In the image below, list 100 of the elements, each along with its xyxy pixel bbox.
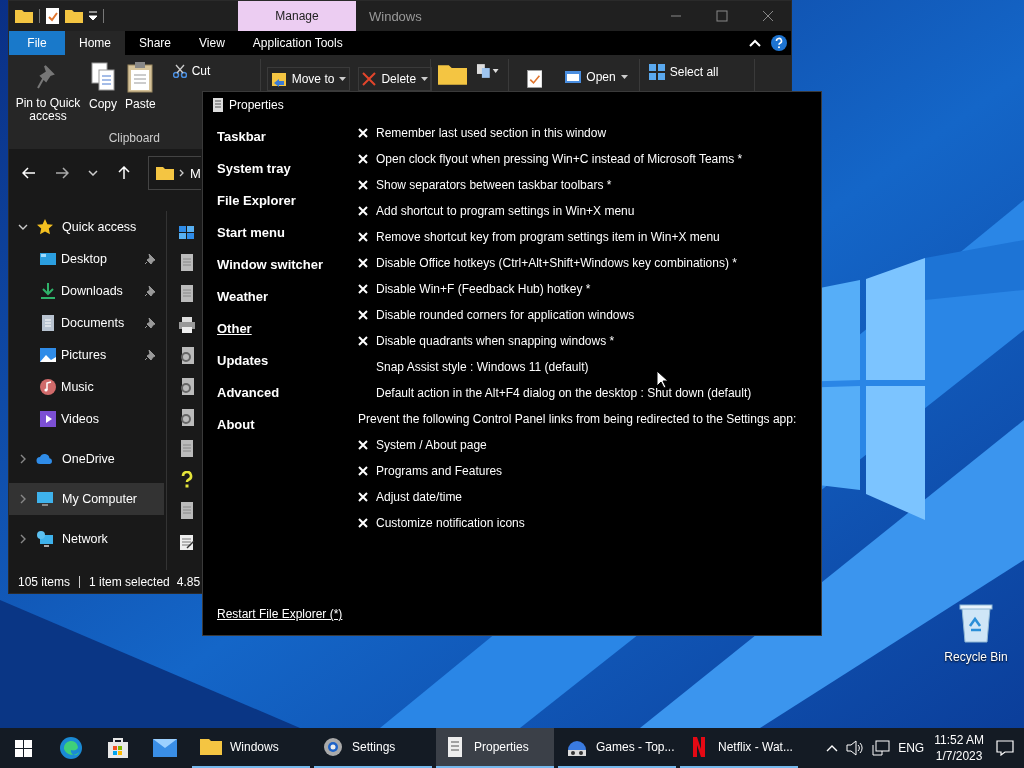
- chevron-right-icon[interactable]: [18, 454, 28, 464]
- pin-icon[interactable]: [144, 285, 156, 297]
- option-label[interactable]: Adjust date/time: [376, 490, 463, 504]
- option-label[interactable]: Disable Office hotkeys (Ctrl+Alt+Shift+Windows key combinations) *: [376, 256, 737, 270]
- new-item-icon[interactable]: [476, 63, 500, 79]
- section-link[interactable]: Advanced: [217, 376, 358, 408]
- section-link[interactable]: Updates: [217, 344, 358, 376]
- nav-item[interactable]: Quick access: [9, 211, 164, 243]
- music-icon: [39, 378, 57, 396]
- ribbon-tab[interactable]: Application Tools: [238, 31, 357, 55]
- folder-icon[interactable]: [65, 9, 83, 23]
- pin-icon[interactable]: [144, 349, 156, 361]
- option-label[interactable]: Customize notification icons: [376, 516, 525, 530]
- close-icon[interactable]: [762, 10, 774, 22]
- cut-button[interactable]: Cut: [169, 61, 260, 81]
- nav-item[interactable]: Videos: [9, 403, 164, 435]
- nav-item[interactable]: My Computer: [9, 483, 164, 515]
- file-icon: [179, 285, 195, 303]
- pin-icon[interactable]: [144, 317, 156, 329]
- select-all-button[interactable]: Select all: [645, 62, 746, 82]
- nav-item[interactable]: Downloads: [9, 275, 164, 307]
- document-icon: [39, 314, 57, 332]
- recycle-bin-icon[interactable]: [958, 602, 994, 644]
- up-arrow-icon[interactable]: [117, 166, 131, 180]
- collapse-icon[interactable]: [749, 39, 761, 47]
- taskbar-item[interactable]: Windows: [192, 728, 310, 768]
- folder-icon: [200, 736, 222, 758]
- section-link[interactable]: About: [217, 408, 358, 440]
- ribbon-tab[interactable]: View: [185, 31, 239, 55]
- desktop-icon-label[interactable]: Recycle Bin: [944, 650, 1008, 664]
- section-link[interactable]: Window switcher: [217, 248, 358, 280]
- nav-item[interactable]: Documents: [9, 307, 164, 339]
- section-link[interactable]: Weather: [217, 280, 358, 312]
- network-icon: [36, 530, 54, 548]
- nav-item[interactable]: Pictures: [9, 339, 164, 371]
- item-count: 105 items: [18, 574, 71, 589]
- language-indicator[interactable]: ENG: [898, 741, 925, 755]
- option-label[interactable]: Disable Win+F (Feedback Hub) hotkey *: [376, 282, 591, 296]
- option-label[interactable]: Disable quadrants when snapping windows *: [376, 334, 615, 348]
- volume-icon[interactable]: [846, 740, 865, 756]
- notification-icon[interactable]: [996, 740, 1014, 756]
- dropdown-icon[interactable]: [89, 11, 97, 21]
- forward-arrow-icon[interactable]: [55, 166, 69, 180]
- chevron-up-icon[interactable]: [826, 744, 839, 752]
- option-label[interactable]: Show separators between taskbar toolbars *: [376, 178, 612, 192]
- section-link[interactable]: Taskbar: [217, 120, 358, 152]
- help-icon[interactable]: [771, 35, 787, 51]
- section-link[interactable]: Start menu: [217, 216, 358, 248]
- setting-label[interactable]: Default action in the Alt+F4 dialog on the desktop : Shut down (default): [376, 386, 752, 400]
- cross-icon: [362, 72, 377, 86]
- option-label[interactable]: Add shortcut to program settings in Win+X menu: [376, 204, 635, 218]
- pin-button[interactable]: Pin to Quick access: [15, 61, 81, 131]
- setting-label[interactable]: Snap Assist style : Windows 11 (default): [376, 360, 589, 374]
- clipboard-icon: [127, 61, 154, 93]
- pin-icon[interactable]: [144, 253, 156, 265]
- star-icon: [36, 218, 54, 236]
- context-tab[interactable]: Manage: [238, 1, 356, 31]
- section-link[interactable]: System tray: [217, 152, 358, 184]
- delete-button[interactable]: Delete: [358, 67, 433, 91]
- clock[interactable]: 11:52 AM 1/7/2023: [934, 732, 984, 764]
- caret-icon: [339, 77, 347, 81]
- chevron-down-icon[interactable]: [88, 170, 98, 176]
- maximize-icon[interactable]: [716, 10, 728, 22]
- copy-button[interactable]: Copy: [89, 61, 117, 131]
- network-icon[interactable]: [872, 740, 891, 756]
- option-label[interactable]: Open clock flyout when pressing Win+C instead of Microsoft Teams *: [376, 152, 743, 166]
- checklist-icon[interactable]: [46, 8, 59, 24]
- back-arrow-icon[interactable]: [22, 166, 36, 180]
- ribbon-tab[interactable]: Home: [65, 31, 125, 55]
- nav-item[interactable]: Music: [9, 371, 164, 403]
- taskbar-item[interactable]: Games - Top...: [558, 728, 676, 768]
- picture-icon: [39, 346, 57, 364]
- shopping-bag-icon: [106, 737, 129, 759]
- option-label[interactable]: Remove shortcut key from program settings item in Win+X menu: [376, 230, 720, 244]
- nav-item[interactable]: Desktop: [9, 243, 164, 275]
- chevron-right-icon[interactable]: [18, 494, 28, 504]
- address-bar[interactable]: M: [148, 156, 201, 190]
- option-label[interactable]: System / About page: [376, 438, 487, 452]
- paste-button[interactable]: Paste: [125, 61, 156, 131]
- selection-info: 1 item selected: [89, 574, 170, 589]
- section-link[interactable]: File Explorer: [217, 184, 358, 216]
- chevron-right-icon[interactable]: [18, 534, 28, 544]
- taskbar-item[interactable]: Netflix - Wat...: [680, 728, 798, 768]
- taskbar-item[interactable]: Properties: [436, 728, 554, 768]
- nav-item[interactable]: Network: [9, 523, 164, 555]
- section-link[interactable]: Other: [217, 312, 358, 344]
- taskbar-item[interactable]: Settings: [314, 728, 432, 768]
- folder-icon[interactable]: [15, 9, 33, 23]
- ribbon-tab[interactable]: Share: [125, 31, 186, 55]
- option-label[interactable]: Programs and Features: [376, 464, 503, 478]
- open-button[interactable]: Open: [562, 67, 631, 87]
- chevron-down-icon[interactable]: [18, 222, 28, 232]
- option-label[interactable]: Disable rounded corners for application windows: [376, 308, 635, 322]
- ribbon-tab[interactable]: File: [9, 31, 65, 55]
- option-label[interactable]: Remember last used section in this window: [376, 126, 607, 140]
- nav-item[interactable]: OneDrive: [9, 443, 164, 475]
- gear-file-icon: [179, 378, 195, 396]
- restart-link[interactable]: Restart File Explorer (*): [217, 607, 343, 621]
- new-folder-icon[interactable]: [437, 63, 468, 85]
- move-to-button[interactable]: Move to: [266, 67, 351, 91]
